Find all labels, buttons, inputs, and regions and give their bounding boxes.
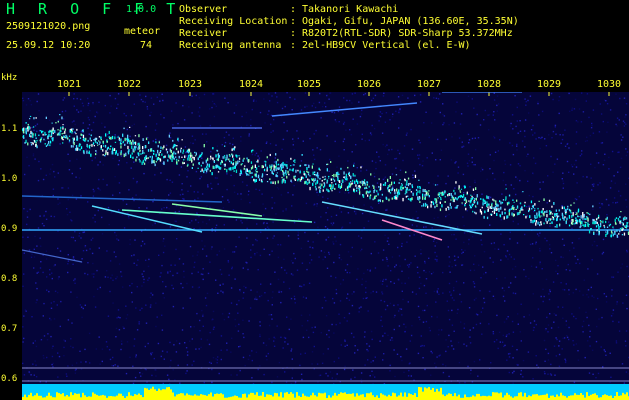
time-tick-label: 1021 (56, 79, 82, 90)
info-key: Receiver (179, 28, 228, 39)
time-axis: 1021 1022 1023 1024 1025 1026 1027 1028 … (0, 78, 629, 92)
info-row-receiver: Receiver: R820T2(RTL-SDR) SDR-Sharp 53.3… (179, 28, 513, 39)
time-tick-label: 1024 (238, 79, 264, 90)
info-value: Takanori Kawachi (302, 4, 399, 15)
frequency-axis: 1.1 1.0 0.9 0.8 0.7 0.6 (0, 92, 22, 400)
observation-datetime: 25.09.12 10:20 (6, 40, 91, 51)
info-value: 2el-HB9CV Vertical (el. E-W) (302, 40, 471, 51)
meteor-count: 74 (140, 40, 153, 51)
frequency-tick-label: 1.1 (1, 124, 18, 134)
time-tick-label: 1027 (416, 79, 442, 90)
app-version: 1.0.0 (126, 4, 157, 15)
time-tick-label: 1028 (476, 79, 502, 90)
time-tick-label: 1030 (596, 79, 622, 90)
frequency-tick-label: 0.7 (1, 324, 18, 334)
time-tick-label: 1023 (177, 79, 203, 90)
time-tick-label: 1026 (356, 79, 382, 90)
spectrogram (22, 92, 629, 386)
amplitude-strip (22, 384, 629, 400)
time-tick-label: 1029 (536, 79, 562, 90)
info-key: Receiving Location (179, 16, 288, 27)
info-value: Ogaki, Gifu, JAPAN (136.60E, 35.35N) (302, 16, 519, 27)
header-panel: H R O F F T 1.0.0 2509121020.png meteor … (0, 0, 629, 83)
time-tick-label: 1022 (116, 79, 142, 90)
info-row-antenna: Receiving antenna: 2el-HB9CV Vertical (e… (179, 40, 471, 51)
info-key: Receiving antenna (179, 40, 282, 51)
info-row-location: Receiving Location: Ogaki, Gifu, JAPAN (… (179, 16, 519, 27)
info-row-observer: Observer: Takanori Kawachi (179, 4, 399, 15)
image-filename: 2509121020.png (6, 21, 91, 32)
time-tick-label: 1025 (296, 79, 322, 90)
meteor-label: meteor (124, 26, 161, 37)
frequency-tick-label: 1.0 (1, 174, 18, 184)
frequency-tick-label: 0.8 (1, 274, 18, 284)
info-key: Observer (179, 4, 228, 15)
observation-info: Observer: Takanori Kawachi Receiving Loc… (179, 4, 519, 52)
frequency-tick-label: 0.6 (1, 374, 18, 384)
info-value: R820T2(RTL-SDR) SDR-Sharp 53.372MHz (302, 28, 513, 39)
frequency-tick-label: 0.9 (1, 224, 18, 234)
